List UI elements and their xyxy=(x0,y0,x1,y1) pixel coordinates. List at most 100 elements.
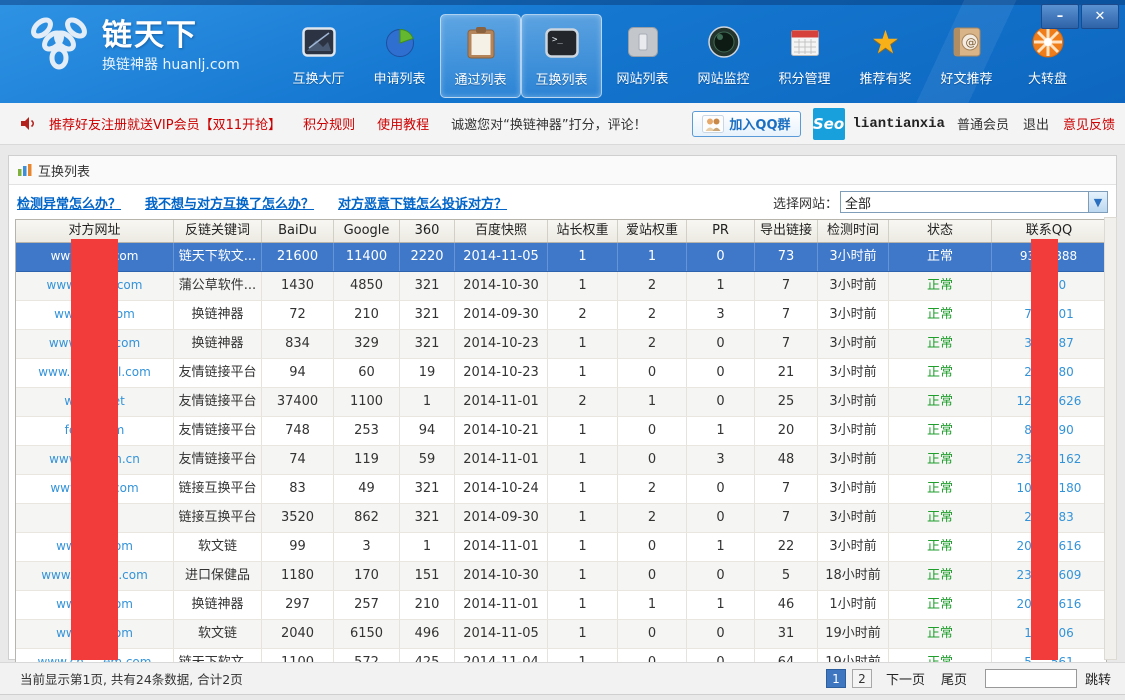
exchange-list-panel: 互换列表 检测异常怎么办？ 我不想与对方互换了怎么办？ 对方恶意下链怎么投诉对方… xyxy=(8,155,1117,660)
google-count-cell: 210 xyxy=(334,301,400,329)
check-time-cell: 18小时前 xyxy=(818,562,889,590)
help-link-abnormal[interactable]: 检测异常怎么办？ xyxy=(17,193,121,212)
export-links-cell: 25 xyxy=(755,388,818,416)
baidu-snapshot-cell: 2014-09-30 xyxy=(455,301,548,329)
points-rules-link[interactable]: 积分规则 xyxy=(303,114,355,133)
table-row[interactable]: www.w m.cn友情链接平台74119592014-11-01103483小… xyxy=(16,446,1106,475)
webmaster-weight-cell: 1 xyxy=(548,591,618,619)
nav-item-apply-list[interactable]: 申请列表 xyxy=(359,14,440,98)
baidu-count-cell: 297 xyxy=(262,591,334,619)
nav-item-article-recommend[interactable]: @ 好文推荐 xyxy=(926,14,1007,98)
table-row[interactable]: www.sho ol.com友情链接平台9460192014-10-231002… xyxy=(16,359,1106,388)
nav-item-points-manage[interactable]: 积分管理 xyxy=(764,14,845,98)
status-bar: 当前显示第1页, 共有24条数据, 合计2页 1 2 下一页 尾页 跳转 xyxy=(0,662,1125,695)
s360-count-cell: 94 xyxy=(400,417,455,445)
s360-count-cell: 151 xyxy=(400,562,455,590)
page-button-1[interactable]: 1 xyxy=(826,669,846,688)
jump-page-input[interactable] xyxy=(985,669,1077,688)
nav-label: 推荐有奖 xyxy=(859,68,911,87)
app-logo: 链天下 换链神器 huanlj.com xyxy=(26,16,240,78)
nav-label: 网站列表 xyxy=(616,68,668,87)
s360-count-cell: 1 xyxy=(400,533,455,561)
table-row[interactable]: www. com软文链204061504962014-11-051003119小… xyxy=(16,620,1106,649)
nav-item-site-monitor[interactable]: 网站监控 xyxy=(683,14,764,98)
status-cell: 正常 xyxy=(889,533,992,561)
help-link-complain[interactable]: 对方恶意下链怎么投诉对方？ xyxy=(338,193,507,212)
webmaster-weight-cell: 1 xyxy=(548,417,618,445)
table-row[interactable]: www.b .com链接互换平台83493212014-10-2412073小时… xyxy=(16,475,1106,504)
minimize-button[interactable]: – xyxy=(1041,4,1079,29)
aizhan-weight-cell: 0 xyxy=(618,533,687,561)
vertical-scrollbar[interactable] xyxy=(1104,217,1117,660)
check-time-cell: 1小时前 xyxy=(818,591,889,619)
aizhan-weight-cell: 2 xyxy=(618,330,687,358)
google-count-cell: 119 xyxy=(334,446,400,474)
table-row[interactable]: www.g g.com蒲公草软件...143048503212014-10-30… xyxy=(16,272,1106,301)
feedback-link[interactable]: 意见反馈 xyxy=(1063,114,1115,133)
nav-item-referral-reward[interactable]: ★ 推荐有奖 xyxy=(845,14,926,98)
tutorial-link[interactable]: 使用教程 xyxy=(377,114,429,133)
status-cell: 正常 xyxy=(889,301,992,329)
baidu-snapshot-cell: 2014-10-23 xyxy=(455,359,548,387)
baidu-count-cell: 21600 xyxy=(262,243,334,271)
next-page-link[interactable]: 下一页 xyxy=(886,669,925,688)
table-row[interactable]: www. .com换链神器722103212014-09-3022373小时前正… xyxy=(16,301,1106,330)
table-row[interactable]: www. com软文链99312014-11-01101223小时前正常20 4… xyxy=(16,533,1106,562)
nav-item-site-list[interactable]: 网站列表 xyxy=(602,14,683,98)
export-links-cell: 20 xyxy=(755,417,818,445)
approved-list-icon xyxy=(466,23,496,63)
aizhan-weight-cell: 1 xyxy=(618,243,687,271)
export-links-cell: 5 xyxy=(755,562,818,590)
table-header-row: 对方网址反链关键词BaiDuGoogle360百度快照站长权重爱站权重PR导出链… xyxy=(16,220,1106,243)
pr-cell: 1 xyxy=(687,533,755,561)
s360-count-cell: 321 xyxy=(400,272,455,300)
table-row[interactable]: www.x .com链天下软文...216001140022202014-11-… xyxy=(16,243,1106,272)
logout-link[interactable]: 退出 xyxy=(1023,114,1049,133)
join-qq-group-button[interactable]: 加入QQ群 xyxy=(692,111,800,137)
keyword-cell: 链天下软文... xyxy=(174,243,262,271)
export-links-cell: 46 xyxy=(755,591,818,619)
nav-label: 积分管理 xyxy=(778,68,830,87)
apply-list-icon xyxy=(383,22,417,62)
site-filter-select[interactable]: 全部 ▼ xyxy=(840,191,1108,213)
table-row[interactable]: fei com友情链接平台748253942014-10-21101203小时前… xyxy=(16,417,1106,446)
help-link-stop-exchange[interactable]: 我不想与对方互换了怎么办？ xyxy=(145,193,314,212)
nav-item-exchange-hall[interactable]: 互换大厅 xyxy=(278,14,359,98)
baidu-count-cell: 99 xyxy=(262,533,334,561)
last-page-link[interactable]: 尾页 xyxy=(941,669,967,688)
baidu-count-cell: 74 xyxy=(262,446,334,474)
s360-count-cell: 321 xyxy=(400,475,455,503)
baidu-snapshot-cell: 2014-11-01 xyxy=(455,533,548,561)
jump-link[interactable]: 跳转 xyxy=(1085,669,1111,688)
webmaster-weight-cell: 1 xyxy=(548,359,618,387)
nav-item-approved-list[interactable]: 通过列表 xyxy=(440,14,521,98)
speaker-icon xyxy=(20,116,37,131)
pr-cell: 1 xyxy=(687,591,755,619)
aizhan-weight-cell: 2 xyxy=(618,475,687,503)
table-row[interactable]: www. com换链神器2972572102014-11-01111461小时前… xyxy=(16,591,1106,620)
webmaster-weight-cell: 1 xyxy=(548,562,618,590)
pr-cell: 0 xyxy=(687,504,755,532)
table-row[interactable]: zh et链接互换平台35208623212014-09-3012073小时前正… xyxy=(16,504,1106,533)
keyword-cell: 友情链接平台 xyxy=(174,417,262,445)
nav-item-exchange-list[interactable]: >_ 互换列表 xyxy=(521,14,602,98)
aizhan-weight-cell: 2 xyxy=(618,272,687,300)
exchange-hall-icon xyxy=(302,22,336,62)
webmaster-weight-cell: 2 xyxy=(548,301,618,329)
check-time-cell: 3小时前 xyxy=(818,301,889,329)
s360-count-cell: 2220 xyxy=(400,243,455,271)
table-row[interactable]: www.l a.com换链神器8343293212014-10-2312073小… xyxy=(16,330,1106,359)
baidu-count-cell: 1180 xyxy=(262,562,334,590)
announcement-link[interactable]: 推荐好友注册就送VIP会员【双11开抢】 xyxy=(49,114,281,133)
table-row[interactable]: www.ba ni.com进口保健品11801701512014-10-3010… xyxy=(16,562,1106,591)
page-button-2[interactable]: 2 xyxy=(852,669,872,688)
s360-count-cell: 321 xyxy=(400,504,455,532)
table-row[interactable]: www et友情链接平台37400110012014-11-01210253小时… xyxy=(16,388,1106,417)
close-button[interactable]: ✕ xyxy=(1081,4,1119,29)
check-time-cell: 3小时前 xyxy=(818,533,889,561)
pr-cell: 0 xyxy=(687,330,755,358)
google-count-cell: 329 xyxy=(334,330,400,358)
nav-label: 申请列表 xyxy=(373,68,425,87)
pr-cell: 1 xyxy=(687,417,755,445)
aizhan-weight-cell: 2 xyxy=(618,504,687,532)
